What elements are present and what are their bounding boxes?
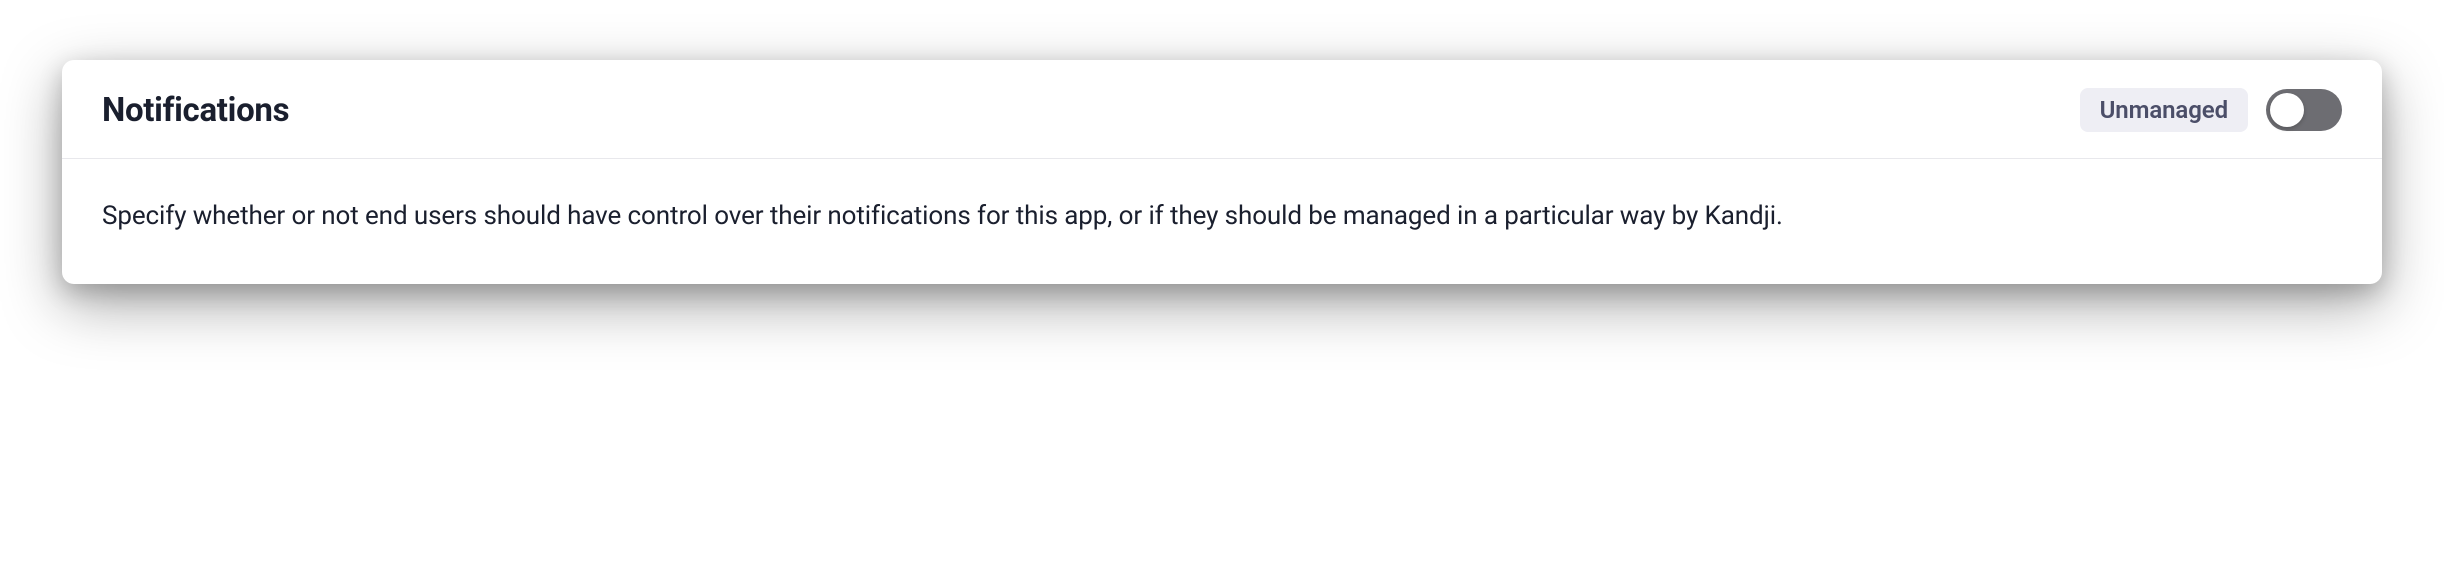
manage-toggle[interactable]: [2266, 89, 2342, 131]
description-text: Specify whether or not end users should …: [102, 197, 2342, 236]
card-title: Notifications: [102, 91, 289, 130]
notifications-card: Notifications Unmanaged Specify whether …: [62, 60, 2382, 284]
header-controls: Unmanaged: [2080, 88, 2342, 132]
status-badge: Unmanaged: [2080, 88, 2248, 132]
card-header: Notifications Unmanaged: [62, 60, 2382, 159]
toggle-knob: [2270, 93, 2304, 127]
card-body: Specify whether or not end users should …: [62, 159, 2382, 284]
